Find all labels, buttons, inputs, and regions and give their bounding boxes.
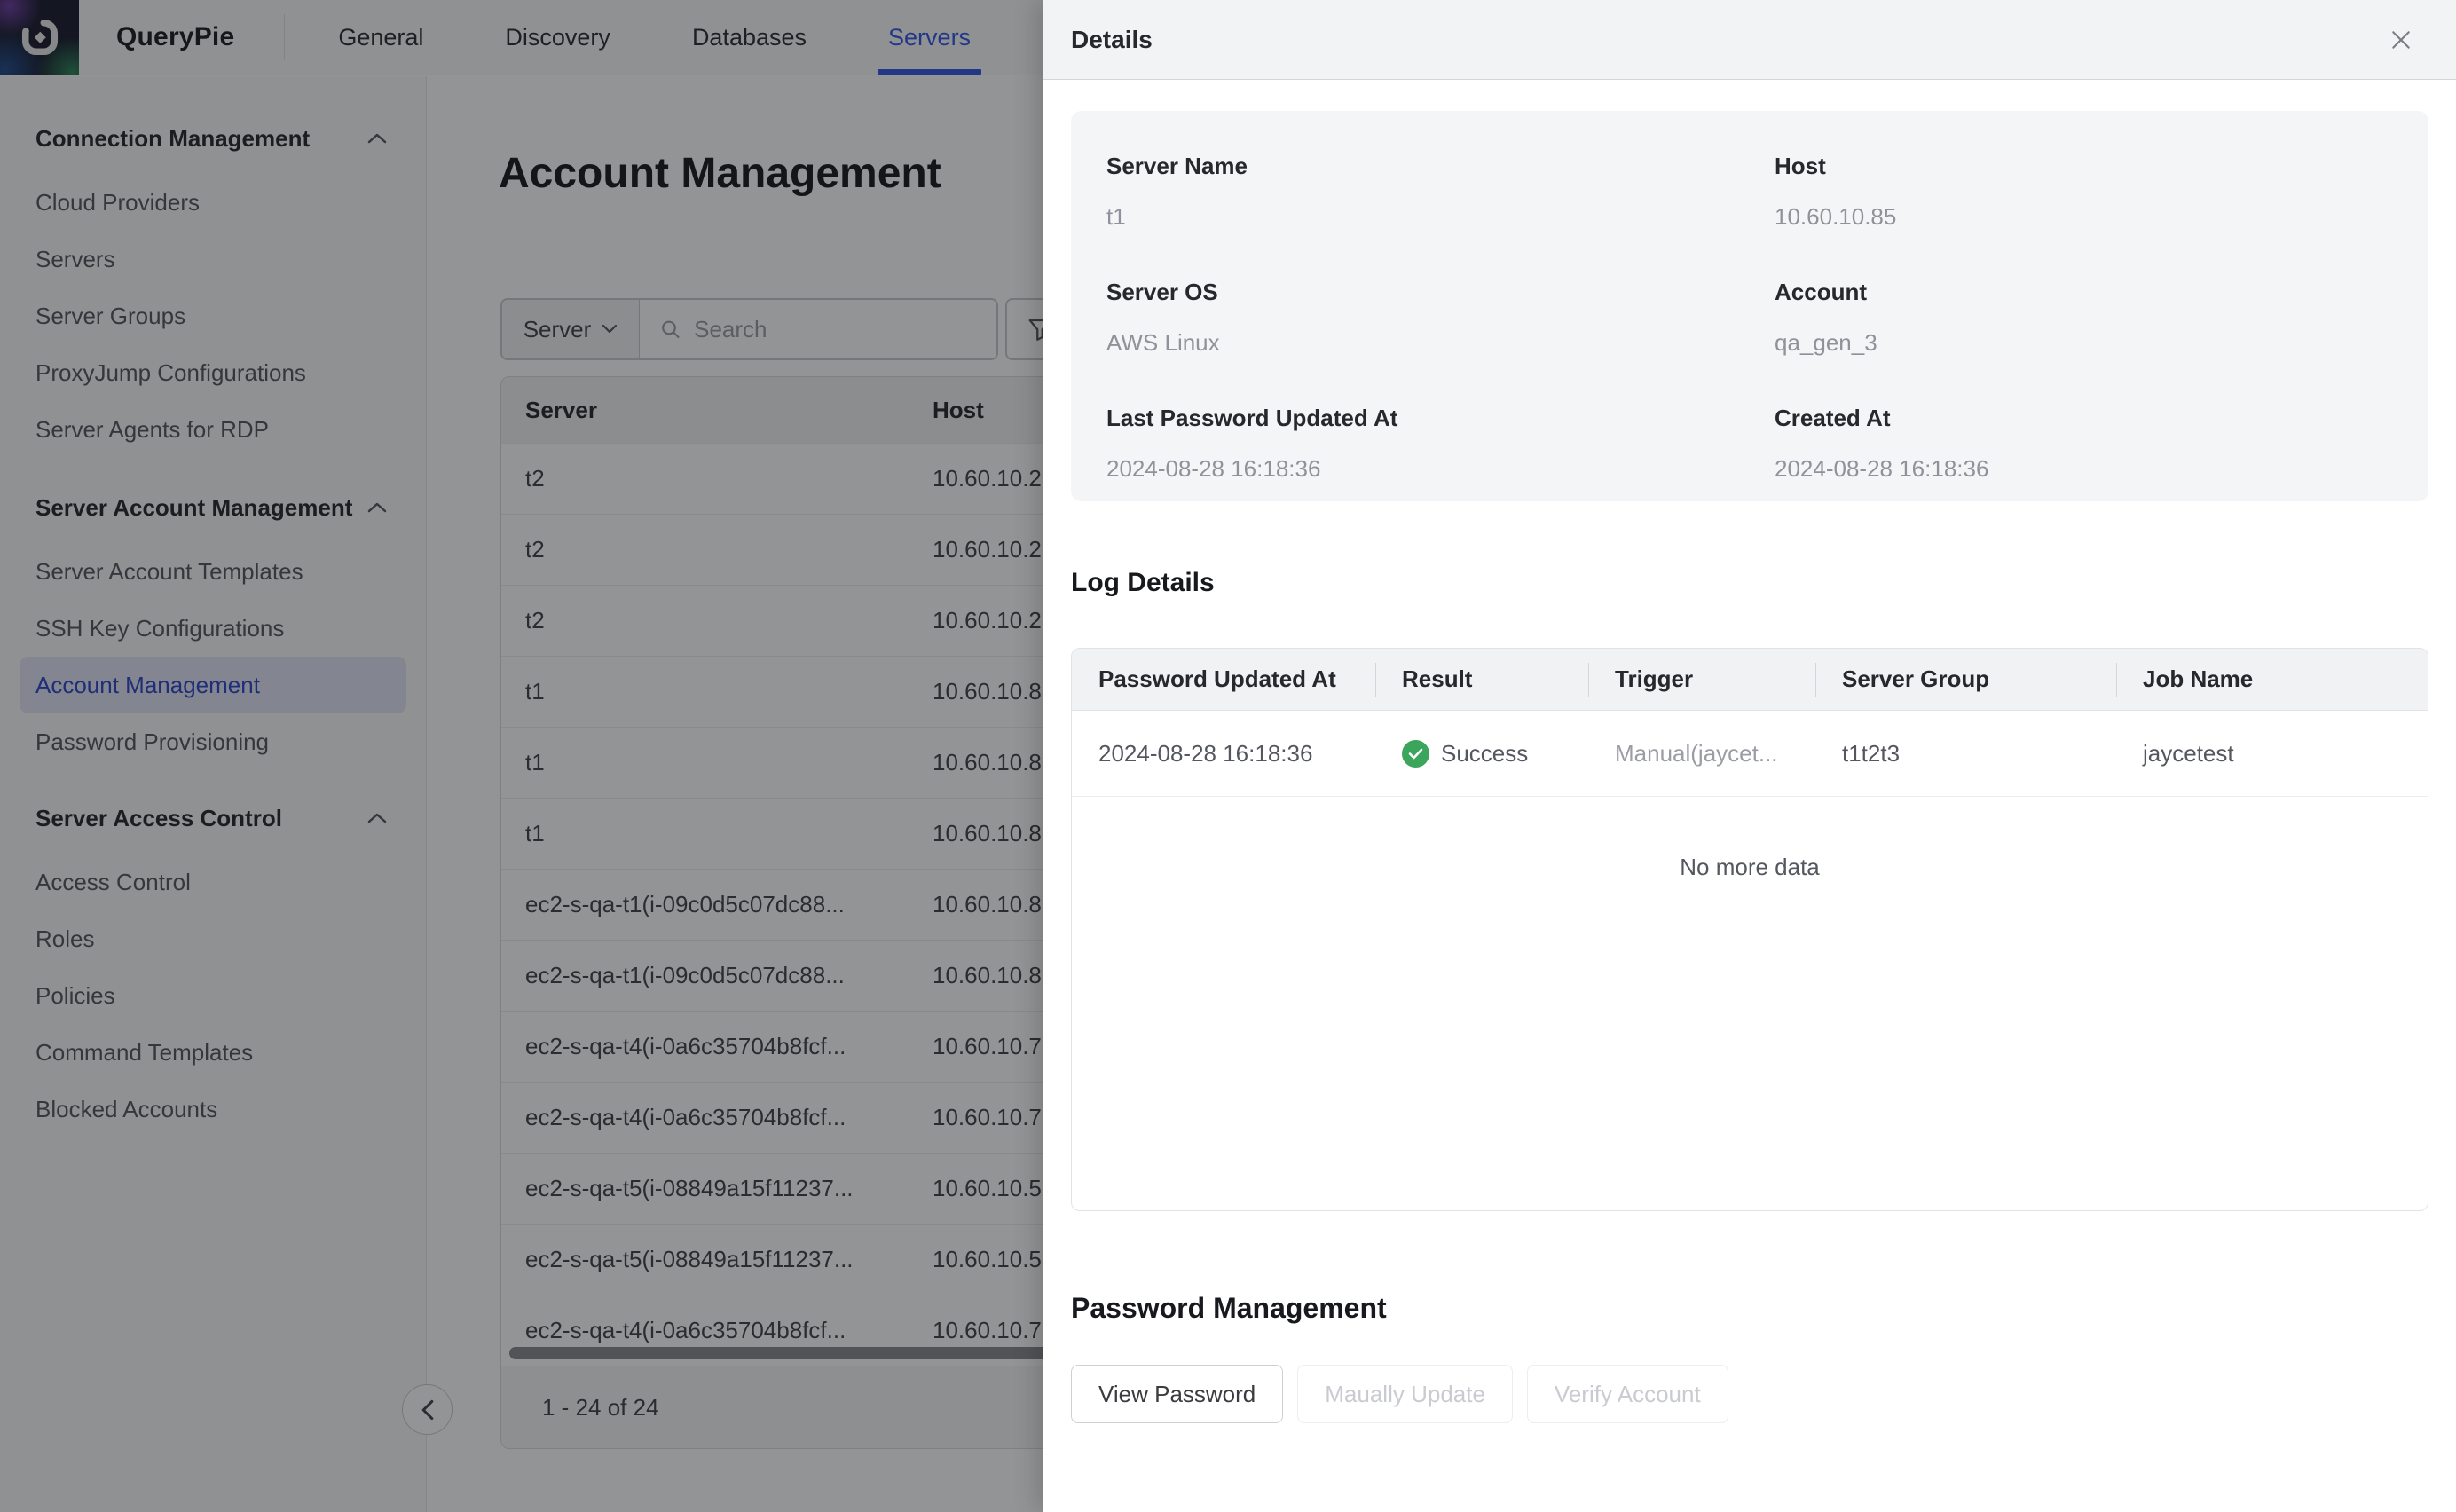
log-column-job-name: Job Name (2116, 649, 2428, 710)
success-check-icon (1402, 740, 1429, 768)
field-value: 2024-08-28 16:18:36 (1775, 455, 2428, 483)
field-value: t1 (1106, 203, 1775, 231)
info-field-server-name: Server Name t1 (1106, 153, 1775, 231)
field-label: Account (1775, 279, 2428, 306)
details-panel-header: Details (1043, 0, 2456, 80)
info-field-server-os: Server OS AWS Linux (1106, 279, 1775, 357)
verify-account-button: Verify Account (1527, 1365, 1728, 1423)
field-label: Created At (1775, 405, 2428, 432)
info-field-last-password-updated: Last Password Updated At 2024-08-28 16:1… (1106, 405, 1775, 483)
field-label: Server Name (1106, 153, 1775, 180)
password-management-heading: Password Management (1071, 1291, 2428, 1325)
field-value: qa_gen_3 (1775, 329, 2428, 357)
log-details-table: Password Updated At Result Trigger Serve… (1071, 648, 2428, 1211)
info-field-created-at: Created At 2024-08-28 16:18:36 (1775, 405, 2428, 483)
no-more-data-label: No more data (1072, 854, 2428, 881)
log-column-server-group: Server Group (1815, 649, 2116, 710)
details-panel-title: Details (1071, 26, 1153, 54)
field-value: 2024-08-28 16:18:36 (1106, 455, 1775, 483)
log-details-heading: Log Details (1071, 567, 2428, 599)
info-field-host: Host 10.60.10.85 (1775, 153, 2428, 231)
info-field-account: Account qa_gen_3 (1775, 279, 2428, 357)
log-column-password-updated-at: Password Updated At (1072, 649, 1375, 710)
manually-update-button: Maually Update (1297, 1365, 1513, 1423)
result-text: Success (1441, 740, 1528, 768)
close-icon (2389, 28, 2413, 51)
log-cell-result: Success (1375, 740, 1588, 768)
details-panel: Details Server Name t1 Host 10.60.10.85 (1043, 0, 2456, 1512)
close-button[interactable] (2385, 24, 2417, 56)
field-value: AWS Linux (1106, 329, 1775, 357)
server-info-card: Server Name t1 Host 10.60.10.85 Server O… (1071, 111, 2428, 501)
log-table-header: Password Updated At Result Trigger Serve… (1072, 649, 2428, 711)
log-cell-server-group: t1t2t3 (1815, 740, 2116, 768)
details-panel-body: Server Name t1 Host 10.60.10.85 Server O… (1043, 81, 2456, 1512)
log-column-result: Result (1375, 649, 1588, 710)
log-table-row: 2024-08-28 16:18:36 Success Manual(jayce… (1072, 711, 2428, 797)
password-management-actions: View Password Maually Update Verify Acco… (1071, 1365, 2428, 1423)
field-value: 10.60.10.85 (1775, 203, 2428, 231)
field-label: Host (1775, 153, 2428, 180)
field-label: Last Password Updated At (1106, 405, 1775, 432)
log-cell-updated: 2024-08-28 16:18:36 (1072, 740, 1375, 768)
log-cell-trigger: Manual(jaycet... (1588, 740, 1815, 768)
app-root: QueryPie General Discovery Databases Ser… (0, 0, 2456, 1512)
view-password-button[interactable]: View Password (1071, 1365, 1283, 1423)
log-cell-job-name: jaycetest (2116, 740, 2428, 768)
log-column-trigger: Trigger (1588, 649, 1815, 710)
field-label: Server OS (1106, 279, 1775, 306)
